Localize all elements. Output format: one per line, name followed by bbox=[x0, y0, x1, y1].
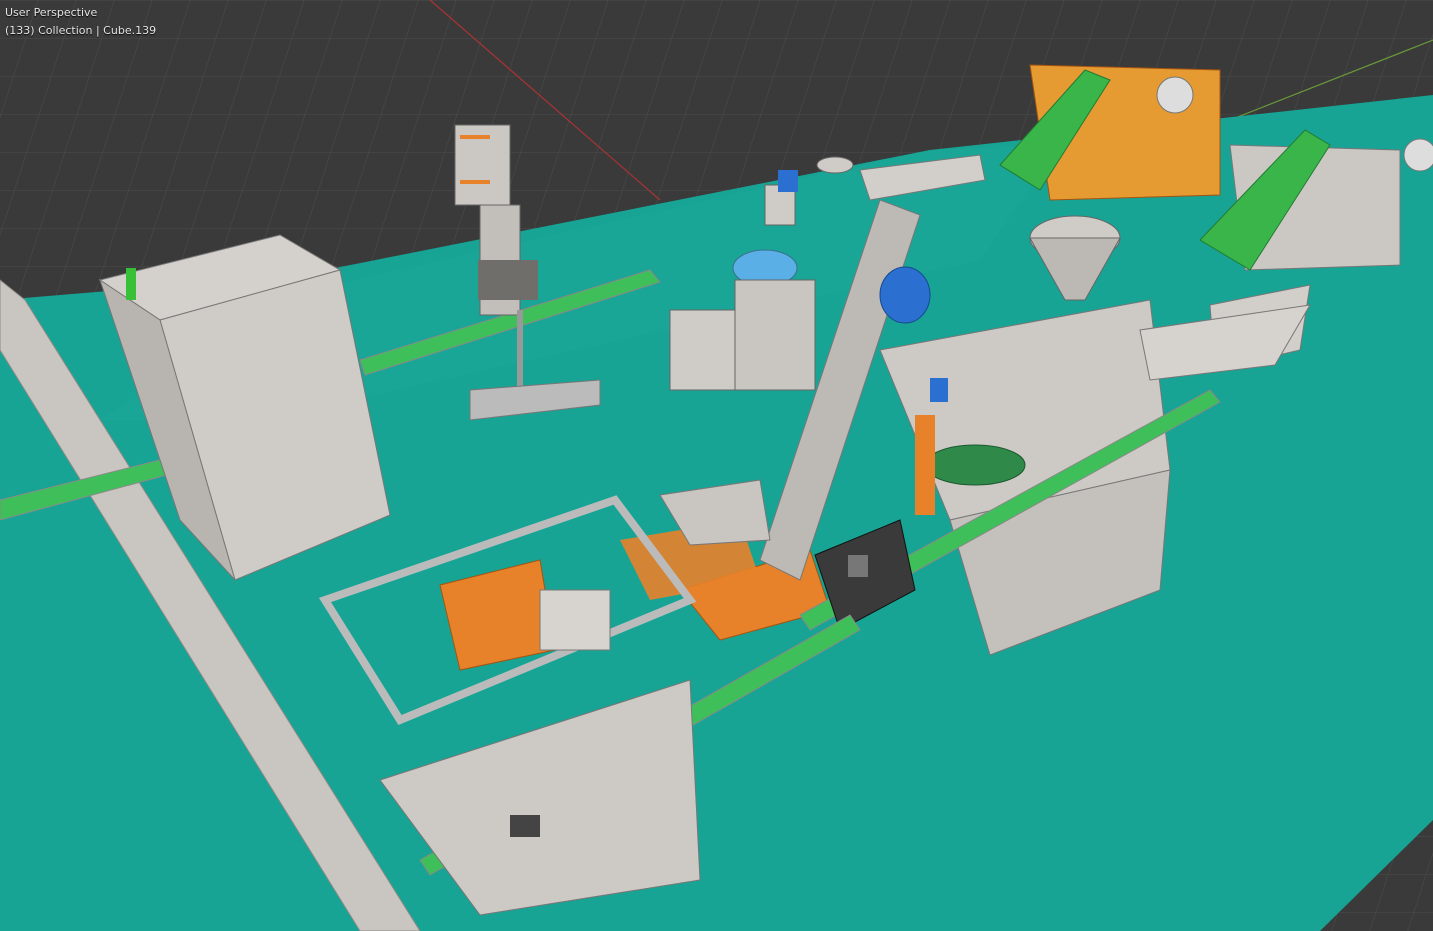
scene-render[interactable] bbox=[0, 0, 1433, 931]
packaging-machine-back[interactable] bbox=[999, 64, 1221, 201]
hopper-small[interactable] bbox=[816, 156, 854, 174]
collection-info-label: (133) Collection | Cube.139 bbox=[5, 24, 157, 37]
3d-viewport[interactable]: User Perspective (133) Collection | Cube… bbox=[0, 0, 1433, 931]
view-name-label: User Perspective bbox=[5, 6, 98, 19]
viewport-overlay: User Perspective (133) Collection | Cube… bbox=[5, 4, 156, 40]
